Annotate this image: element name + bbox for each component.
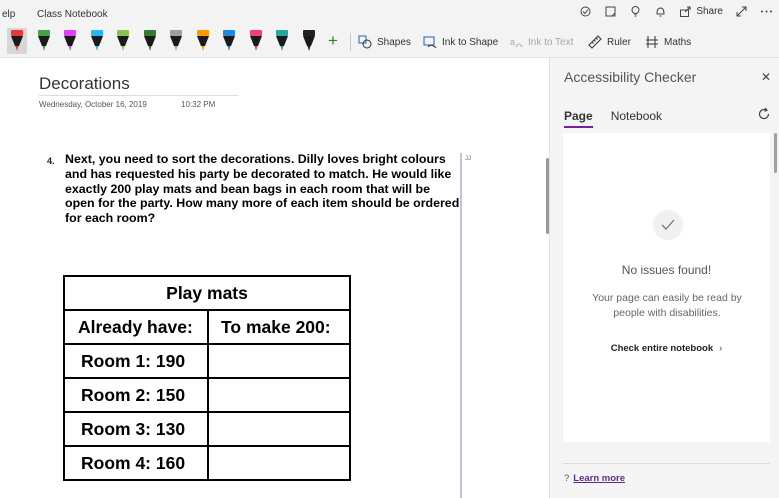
maths-icon xyxy=(646,36,658,48)
table-header-already-have: Already have: xyxy=(63,309,209,345)
tab-notebook[interactable]: Notebook xyxy=(611,109,662,123)
table-cell-room: Room 4: 160 xyxy=(63,445,209,481)
pen-galaxy-icon[interactable] xyxy=(193,28,213,54)
ink-to-shape-icon xyxy=(423,36,437,49)
bell-icon[interactable] xyxy=(654,5,667,18)
accessibility-checker-pane: Accessibility Checker ✕ Page Notebook No… xyxy=(549,58,779,498)
shapes-button[interactable]: Shapes xyxy=(358,35,411,49)
note-page[interactable]: Decorations Wednesday, October 16, 2019 … xyxy=(0,58,549,498)
ink-to-shape-button[interactable]: Ink to Shape xyxy=(423,35,498,49)
learn-more-row: ? Learn more xyxy=(564,473,625,484)
refresh-icon[interactable] xyxy=(757,107,771,126)
add-pen-icon[interactable]: + xyxy=(328,31,338,51)
pen-green-icon[interactable] xyxy=(34,28,54,54)
sync-icon[interactable] xyxy=(579,5,592,18)
learn-more-link[interactable]: Learn more xyxy=(573,473,625,484)
pane-divider xyxy=(563,463,770,464)
help-icon: ? xyxy=(564,473,570,484)
pane-scrollbar[interactable] xyxy=(774,133,777,173)
ink-to-text-label: Ink to Text xyxy=(528,36,574,48)
shapes-label: Shapes xyxy=(377,36,411,48)
table-cell-room: Room 1: 190 xyxy=(63,343,209,379)
title-bar: elp Class Notebook Share xyxy=(0,0,779,26)
notes-icon[interactable] xyxy=(604,5,617,18)
maths-label: Maths xyxy=(664,36,692,48)
page-time: 10:32 PM xyxy=(181,100,216,109)
page-date: Wednesday, October 16, 2019 xyxy=(39,100,147,109)
tab-page[interactable]: Page xyxy=(564,109,593,128)
page-title[interactable]: Decorations xyxy=(39,74,130,94)
table-row: Room 2: 150 xyxy=(63,377,351,413)
pen-pink-icon[interactable] xyxy=(246,28,266,54)
table-cell-room: Room 2: 150 xyxy=(63,377,209,413)
pen-teal-icon[interactable] xyxy=(272,28,292,54)
ruler-icon xyxy=(588,35,602,49)
chevron-right-icon: › xyxy=(719,343,723,354)
table-cell-answer[interactable] xyxy=(207,411,351,447)
pen-blue-rainbow-icon[interactable] xyxy=(219,28,239,54)
ink-to-text-button[interactable]: a Ink to Text xyxy=(509,35,573,49)
share-label: Share xyxy=(696,6,723,17)
question-text[interactable]: Next, you need to sort the decorations. … xyxy=(65,152,461,226)
table-row: Room 1: 190 xyxy=(63,343,351,379)
table-cell-room: Room 3: 130 xyxy=(63,411,209,447)
play-mats-table[interactable]: Play mats Already have: To make 200: Roo… xyxy=(63,275,351,481)
close-icon[interactable]: ✕ xyxy=(761,70,771,84)
table-row: Room 4: 160 xyxy=(63,445,351,481)
pen-magenta-icon[interactable] xyxy=(60,28,80,54)
table-header-to-make: To make 200: xyxy=(207,309,351,345)
ribbon-separator xyxy=(350,33,351,51)
draw-ribbon: + Shapes Ink to Shape a Ink to Text Rule… xyxy=(0,26,779,58)
ink-to-text-icon: a xyxy=(510,37,523,48)
ink-to-shape-label: Ink to Shape xyxy=(442,36,499,48)
pen-lime-icon[interactable] xyxy=(113,28,133,54)
maths-button[interactable]: Maths xyxy=(645,35,691,49)
expand-icon[interactable] xyxy=(735,5,748,18)
question-number: 4. xyxy=(47,156,55,166)
table-title: Play mats xyxy=(63,275,351,311)
results-card: No issues found! Your page can easily be… xyxy=(563,133,770,442)
check-entire-notebook-label: Check entire notebook xyxy=(610,343,714,354)
notebook-name[interactable]: Class Notebook xyxy=(37,9,108,20)
pane-tabs: Page Notebook xyxy=(564,109,662,128)
status-description: Your page can easily be read by people w… xyxy=(592,292,742,319)
share-icon xyxy=(680,6,691,17)
svg-text:a: a xyxy=(510,37,515,47)
table-cell-answer[interactable] xyxy=(207,377,351,413)
pen-black-icon[interactable] xyxy=(299,28,319,54)
check-entire-notebook-link[interactable]: Check entire notebook › xyxy=(563,343,770,354)
pen-cyan-icon[interactable] xyxy=(87,28,107,54)
pen-gray-icon[interactable] xyxy=(166,28,186,54)
pane-title: Accessibility Checker xyxy=(564,69,697,85)
title-underline xyxy=(39,95,238,96)
table-row: Room 3: 130 xyxy=(63,411,351,447)
share-button[interactable]: Share xyxy=(679,5,723,18)
ruler-button[interactable]: Ruler xyxy=(588,35,631,49)
help-menu[interactable]: elp xyxy=(2,9,15,20)
shapes-icon xyxy=(358,35,372,49)
container-edge-line xyxy=(460,153,462,498)
pen-green-dark-icon[interactable] xyxy=(140,28,160,54)
lightbulb-icon[interactable] xyxy=(629,5,642,18)
table-cell-answer[interactable] xyxy=(207,343,351,379)
status-message: No issues found! xyxy=(621,263,712,277)
titlebar-actions: Share xyxy=(579,5,773,18)
more-options-icon[interactable] xyxy=(760,5,773,18)
container-marker: JJ xyxy=(465,156,471,162)
pen-red-icon[interactable] xyxy=(7,28,27,54)
checkmark-icon xyxy=(653,210,683,240)
table-cell-answer[interactable] xyxy=(207,445,351,481)
ruler-label: Ruler xyxy=(607,36,631,48)
